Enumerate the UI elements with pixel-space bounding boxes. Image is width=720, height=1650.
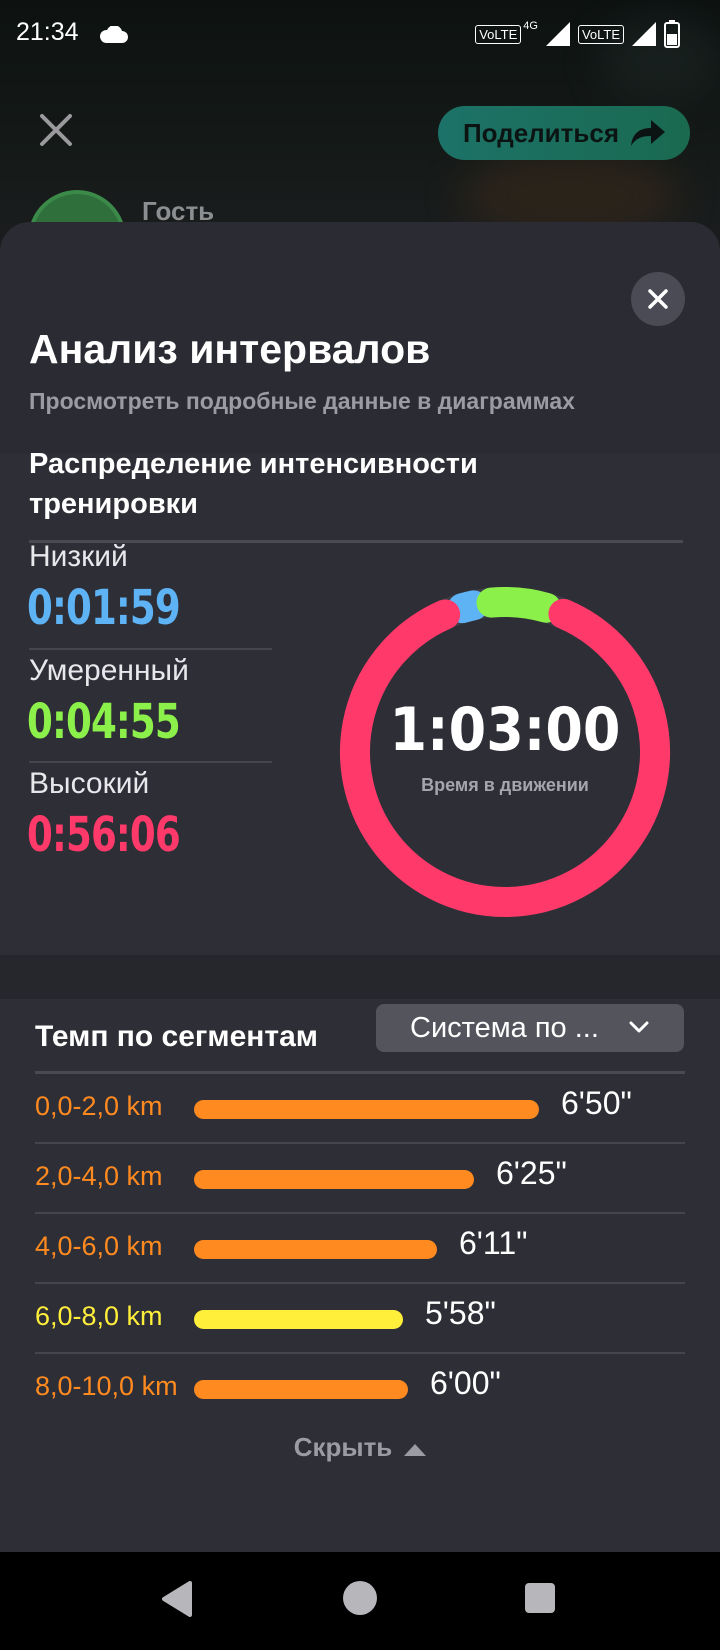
hide-button[interactable]: Скрыть: [0, 1432, 720, 1463]
signal-icon: [545, 22, 570, 46]
segment-range: 6,0-8,0 km: [35, 1301, 163, 1331]
segment-row: 4,0-6,0 km 6'11": [35, 1213, 685, 1285]
segment-pace-bar: [194, 1170, 474, 1189]
intensity-title: Распределение интенсивности тренировки: [29, 448, 478, 520]
total-moving-time: 1:03:00: [389, 695, 621, 765]
segment-row: 8,0-10,0 km 6'00": [35, 1353, 685, 1425]
segment-pace: 6'11": [459, 1225, 528, 1261]
zone-value-low: 0:01:59: [27, 580, 181, 636]
chevron-down-icon: [629, 1021, 649, 1033]
total-moving-time-label: Время в движении: [421, 775, 589, 795]
segment-pace: 6'00": [430, 1365, 501, 1401]
share-button-label: Поделиться: [462, 117, 620, 148]
donut-segment-moderate: [476, 587, 562, 623]
home-icon[interactable]: [342, 1580, 378, 1616]
segment-row: 6,0-8,0 km 5'58": [35, 1283, 685, 1355]
zone-value-high: 0:56:06: [27, 807, 181, 863]
segment-range: 4,0-6,0 km: [35, 1231, 163, 1261]
chevron-up-icon: [404, 1444, 427, 1457]
segment-range: 2,0-4,0 km: [35, 1161, 163, 1191]
status-bar: 21:34 VoLTE 4G VoLTE: [0, 0, 720, 72]
segment-pace-bar: [194, 1240, 437, 1259]
volte-badge: VoLTE: [475, 24, 522, 44]
network-type: 4G: [523, 20, 538, 32]
volte-badge-2: VoLTE: [577, 24, 624, 44]
share-button[interactable]: Поделиться: [438, 106, 690, 160]
unit-system-dropdown[interactable]: Система по ...: [376, 1004, 684, 1052]
segment-pace-bar: [194, 1380, 408, 1399]
battery-icon: [664, 20, 680, 48]
zone-label-moderate: Умеренный: [29, 654, 189, 687]
zone-label-high: Высокий: [29, 767, 150, 800]
intensity-donut-chart: 1:03:00 Время в движении: [320, 567, 690, 937]
segment-row: 0,0-2,0 km 6'50": [35, 1073, 685, 1145]
navigation-bar: [0, 1552, 720, 1650]
back-icon[interactable]: [160, 1580, 194, 1618]
sheet-title: Анализ интервалов: [29, 326, 431, 372]
section-gap: [0, 955, 720, 999]
interval-analysis-sheet: Анализ интервалов Просмотреть подробные …: [0, 222, 720, 1552]
close-icon: [648, 289, 668, 309]
segment-range: 0,0-2,0 km: [35, 1091, 163, 1121]
segment-pace: 6'25": [496, 1155, 567, 1191]
segment-pace-bar: [194, 1310, 403, 1329]
hide-label: Скрыть: [293, 1432, 393, 1462]
zone-label-low: Низкий: [29, 540, 128, 573]
dropdown-value: Система по ...: [410, 1011, 599, 1044]
zone-separator: [29, 761, 272, 763]
segment-pace: 5'58": [425, 1295, 496, 1331]
donut-segment-low: [447, 590, 489, 624]
sheet-subtitle: Просмотреть подробные данные в диаграмма…: [29, 388, 575, 414]
sheet-close-button[interactable]: [631, 272, 685, 326]
segment-range: 8,0-10,0 km: [35, 1371, 178, 1401]
status-time: 21:34: [16, 18, 79, 46]
signal-icon-2: [632, 22, 656, 46]
close-icon[interactable]: [36, 110, 76, 150]
cloud-icon: [100, 26, 128, 43]
zone-value-moderate: 0:04:55: [27, 694, 181, 750]
segment-pace: 6'50": [561, 1085, 632, 1121]
segment-row: 2,0-4,0 km 6'25": [35, 1143, 685, 1215]
recents-icon[interactable]: [524, 1582, 556, 1614]
pace-title: Темп по сегментам: [35, 1020, 318, 1053]
zone-separator: [29, 648, 272, 650]
segment-pace-bar: [194, 1100, 539, 1119]
share-arrow-icon: [631, 120, 666, 146]
